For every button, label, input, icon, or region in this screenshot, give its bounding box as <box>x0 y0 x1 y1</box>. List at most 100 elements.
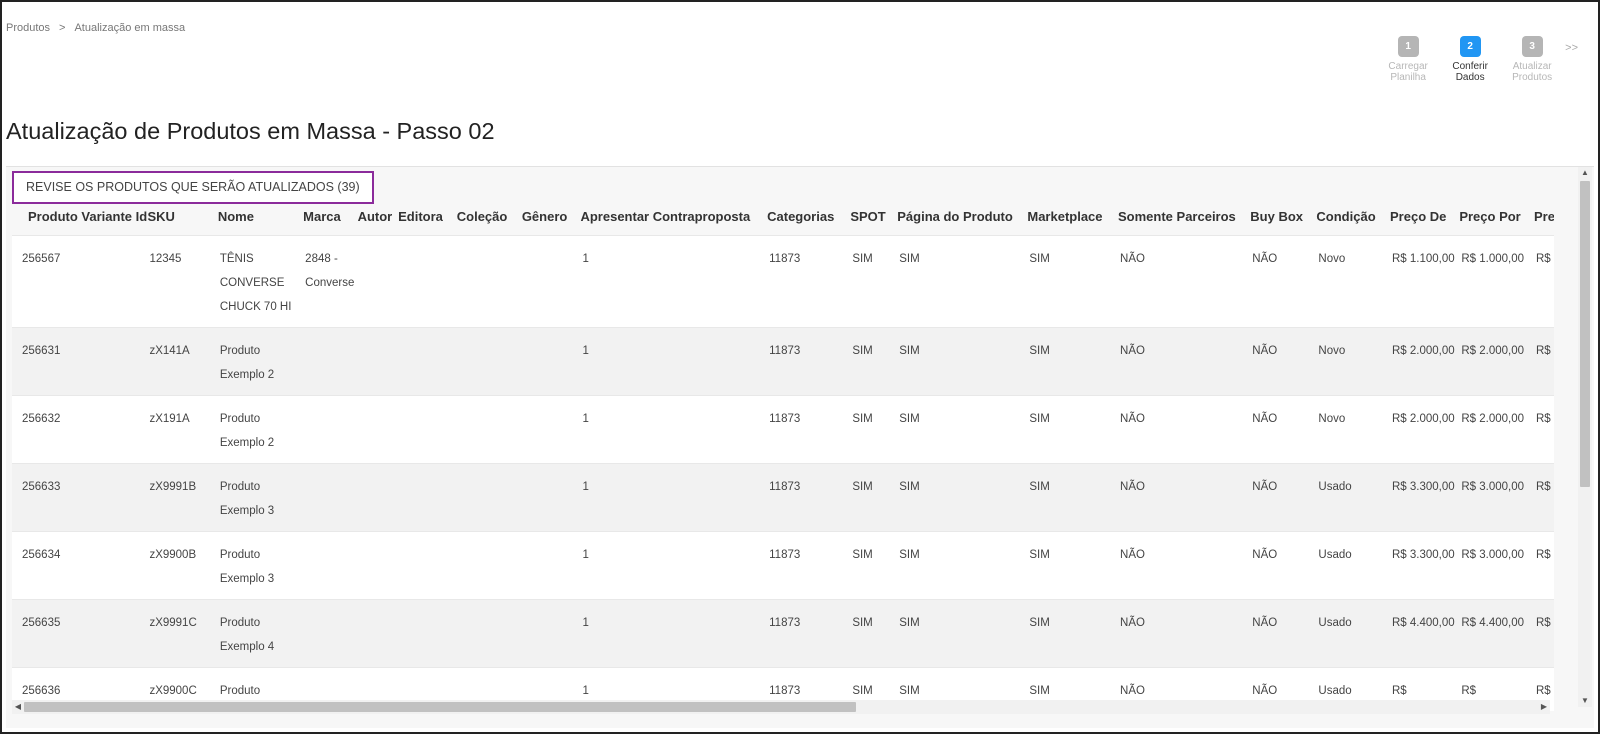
column-header[interactable]: Somente Parceiros <box>1118 209 1251 235</box>
table-cell: SIM <box>850 327 898 395</box>
table-cell <box>521 327 581 395</box>
column-header[interactable]: Marketplace <box>1027 209 1119 235</box>
table-cell: NÃO <box>1250 327 1317 395</box>
column-header[interactable]: Preço Custo <box>1533 209 1554 235</box>
table-cell: Usado <box>1316 531 1390 599</box>
step-carregar-planilha[interactable]: 1 Carregar Planilha <box>1377 36 1439 83</box>
table-cell <box>521 531 581 599</box>
table-cell: NÃO <box>1118 327 1251 395</box>
table-header-row: Produto Variante Id SKU Nome Marca Autor Edit… <box>12 209 1554 235</box>
table-cell: 256632 <box>12 395 148 463</box>
table-row[interactable]: 256635 zX9991C Produto Exemplo 4 1 11873 SIM S… <box>12 599 1554 667</box>
table-cell <box>521 463 581 531</box>
scroll-right-icon[interactable]: ▶ <box>1538 700 1550 714</box>
column-header[interactable]: Marca <box>303 209 358 235</box>
table-cell <box>521 599 581 667</box>
column-header[interactable]: Produto Variante Id <box>12 209 148 235</box>
column-header[interactable]: Página do Produto <box>897 209 1028 235</box>
scroll-up-icon[interactable]: ▲ <box>1578 167 1592 179</box>
vertical-scrollbar[interactable]: ▲ ▼ <box>1578 167 1592 707</box>
wizard-steps: 1 Carregar Planilha 2 Conferir Dados 3 A… <box>1377 36 1578 83</box>
table-cell: SIM <box>1027 395 1119 463</box>
column-header[interactable]: Nome <box>217 209 304 235</box>
column-header[interactable]: Autor <box>357 209 399 235</box>
table-cell: Produto Exemplo 4 <box>217 599 304 667</box>
table-cell: Novo <box>1316 395 1390 463</box>
column-header[interactable]: SKU <box>147 209 218 235</box>
table-row[interactable]: 256632 zX191A Produto Exemplo 2 1 11873 SIM SI… <box>12 395 1554 463</box>
step-atualizar-produtos[interactable]: 3 Atualizar Produtos <box>1501 36 1563 83</box>
table-cell: NÃO <box>1118 395 1251 463</box>
table-cell: 11873 <box>767 235 851 327</box>
table-cell: R$ 2.000,00 <box>1459 395 1534 463</box>
step-label-2-line2: Dados <box>1455 72 1485 83</box>
table-cell: R$ 3.000,00 <box>1459 531 1534 599</box>
table-cell <box>303 395 358 463</box>
scroll-down-icon[interactable]: ▼ <box>1578 695 1592 707</box>
table-cell <box>456 463 522 531</box>
table-cell: R$ 0,00 <box>1533 463 1554 531</box>
products-grid[interactable]: Produto Variante Id SKU Nome Marca Autor Edit… <box>12 209 1554 715</box>
step-label-3-line1: Atualizar <box>1512 61 1552 72</box>
table-cell: 1 <box>580 463 768 531</box>
table-cell: NÃO <box>1250 235 1317 327</box>
table-cell: R$ 1.000,00 <box>1459 235 1534 327</box>
table-row[interactable]: 256567 12345 TÊNIS CONVERSE CHUCK 70 HI 284… <box>12 235 1554 327</box>
table-cell: SIM <box>850 531 898 599</box>
step-conferir-dados[interactable]: 2 Conferir Dados <box>1439 36 1501 83</box>
table-cell: Produto Exemplo 2 <box>217 327 304 395</box>
table-cell: SIM <box>897 531 1028 599</box>
table-row[interactable]: 256631 zX141A Produto Exemplo 2 1 11873 SIM SI… <box>12 327 1554 395</box>
table-cell: SIM <box>897 235 1028 327</box>
column-header[interactable]: Condição <box>1316 209 1390 235</box>
table-cell <box>521 395 581 463</box>
table-cell: R$ 2,00 <box>1533 235 1554 327</box>
table-cell: SIM <box>1027 235 1119 327</box>
table-cell: TÊNIS CONVERSE CHUCK 70 HI <box>217 235 304 327</box>
table-cell: SIM <box>1027 463 1119 531</box>
table-cell: SIM <box>850 395 898 463</box>
table-cell: zX9991B <box>147 463 218 531</box>
table-cell: SIM <box>897 395 1028 463</box>
column-header[interactable]: Coleção <box>456 209 522 235</box>
column-header[interactable]: Apresentar Contraproposta <box>580 209 768 235</box>
horizontal-scroll-thumb[interactable] <box>24 702 856 712</box>
table-cell: R$ 3.000,00 <box>1459 463 1534 531</box>
step-label-2-line1: Conferir <box>1452 61 1488 72</box>
table-cell: SIM <box>1027 531 1119 599</box>
table-cell: R$ 2.000,00 <box>1390 327 1460 395</box>
breadcrumb-item-produtos[interactable]: Produtos <box>6 22 50 34</box>
table-cell: 11873 <box>767 531 851 599</box>
table-cell: 11873 <box>767 599 851 667</box>
table-cell: NÃO <box>1118 235 1251 327</box>
table-cell: SIM <box>897 327 1028 395</box>
review-products-label: REVISE OS PRODUTOS QUE SERÃO ATUALIZADOS… <box>12 171 374 204</box>
vertical-scroll-thumb[interactable] <box>1580 181 1590 487</box>
column-header[interactable]: SPOT <box>850 209 898 235</box>
column-header[interactable]: Gênero <box>521 209 581 235</box>
table-cell <box>456 599 522 667</box>
column-header[interactable]: Preço Por <box>1459 209 1534 235</box>
table-cell: 2848 - Converse <box>303 235 358 327</box>
table-cell: 256567 <box>12 235 148 327</box>
table-cell <box>357 395 399 463</box>
table-cell: NÃO <box>1250 395 1317 463</box>
table-cell <box>398 599 457 667</box>
column-header[interactable]: Preço De <box>1390 209 1460 235</box>
table-cell: SIM <box>850 463 898 531</box>
table-cell: NÃO <box>1250 463 1317 531</box>
table-cell <box>456 327 522 395</box>
table-cell: NÃO <box>1250 599 1317 667</box>
table-cell: 1 <box>580 599 768 667</box>
table-row[interactable]: 256633 zX9991B Produto Exemplo 3 1 11873 SIM S… <box>12 463 1554 531</box>
table-cell <box>303 463 358 531</box>
table-row[interactable]: 256634 zX9900B Produto Exemplo 3 1 11873 SIM S… <box>12 531 1554 599</box>
steps-next-arrow-icon[interactable]: >> <box>1565 42 1578 54</box>
column-header[interactable]: Editora <box>398 209 457 235</box>
scroll-left-icon[interactable]: ◀ <box>12 700 24 714</box>
horizontal-scrollbar[interactable]: ◀ ▶ <box>12 700 1550 714</box>
table-cell <box>456 395 522 463</box>
column-header[interactable]: Buy Box <box>1250 209 1317 235</box>
table-cell: zX191A <box>147 395 218 463</box>
column-header[interactable]: Categorias <box>767 209 851 235</box>
